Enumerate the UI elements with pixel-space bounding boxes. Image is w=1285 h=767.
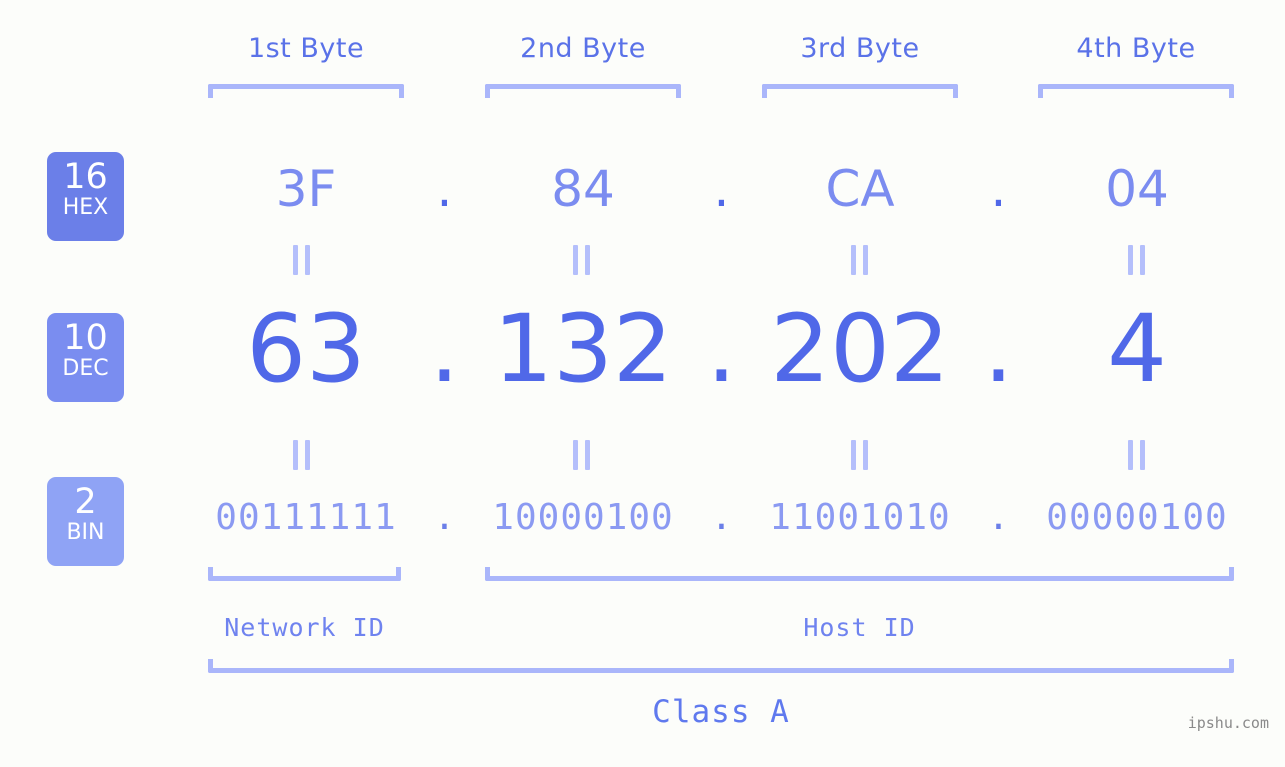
bin-byte-3: 11001010 xyxy=(769,497,951,538)
hex-separator-1: . xyxy=(436,160,453,218)
class-bracket xyxy=(208,659,1234,673)
hex-byte-2: 84 xyxy=(551,160,615,218)
dec-byte-3: 202 xyxy=(770,295,950,404)
dec-separator-2: . xyxy=(706,295,737,404)
host-id-label: Host ID xyxy=(803,613,916,642)
hex-byte-1: 3F xyxy=(275,160,337,218)
bin-byte-4: 00000100 xyxy=(1046,497,1228,538)
equals-mark-dec-bin-4 xyxy=(1125,440,1147,470)
equals-mark-dec-bin-1 xyxy=(290,440,312,470)
byte-header-3: 3rd Byte xyxy=(800,33,920,64)
radix-badge-hex: 16 HEX xyxy=(47,152,124,241)
bin-separator-1: . xyxy=(433,497,456,538)
equals-mark-hex-dec-2 xyxy=(570,245,592,275)
host-id-bracket xyxy=(485,567,1234,581)
equals-mark-hex-dec-1 xyxy=(290,245,312,275)
hex-separator-2: . xyxy=(713,160,730,218)
radix-base-hex: 16 xyxy=(63,157,108,197)
radix-badge-dec: 10 DEC xyxy=(47,313,124,402)
site-watermark: ipshu.com xyxy=(1187,714,1269,732)
dec-byte-4: 4 xyxy=(1107,295,1167,404)
equals-mark-hex-dec-4 xyxy=(1125,245,1147,275)
bin-separator-2: . xyxy=(710,497,733,538)
dec-byte-1: 63 xyxy=(246,295,366,404)
byte-bracket-4 xyxy=(1038,84,1234,98)
hex-byte-4: 04 xyxy=(1105,160,1169,218)
network-id-label: Network ID xyxy=(224,613,385,642)
equals-mark-dec-bin-3 xyxy=(848,440,870,470)
byte-header-2: 2nd Byte xyxy=(520,33,646,64)
dec-value-row: 63 . 132 . 202 . 4 xyxy=(170,300,1255,400)
hex-value-row: 3F . 84 . CA . 04 xyxy=(170,152,1255,227)
byte-header-4: 4th Byte xyxy=(1076,33,1196,64)
byte-bracket-2 xyxy=(485,84,681,98)
dec-separator-3: . xyxy=(983,295,1014,404)
byte-header-1: 1st Byte xyxy=(247,33,365,64)
bin-byte-1: 00111111 xyxy=(215,497,397,538)
equals-mark-hex-dec-3 xyxy=(848,245,870,275)
hex-separator-3: . xyxy=(990,160,1007,218)
radix-abbr-hex: HEX xyxy=(62,195,109,220)
radix-base-bin: 2 xyxy=(74,482,97,522)
byte-bracket-1 xyxy=(208,84,404,98)
dec-separator-1: . xyxy=(429,295,460,404)
radix-base-dec: 10 xyxy=(63,318,108,358)
radix-abbr-bin: BIN xyxy=(66,520,105,545)
bin-value-row: 00111111 . 10000100 . 11001010 . 0000010… xyxy=(170,488,1255,548)
radix-badge-bin: 2 BIN xyxy=(47,477,124,566)
network-id-bracket xyxy=(208,567,401,581)
bin-byte-2: 10000100 xyxy=(492,497,674,538)
byte-bracket-3 xyxy=(762,84,958,98)
equals-mark-dec-bin-2 xyxy=(570,440,592,470)
bin-separator-3: . xyxy=(987,497,1010,538)
hex-byte-3: CA xyxy=(825,160,895,218)
radix-abbr-dec: DEC xyxy=(62,356,109,381)
dec-byte-2: 132 xyxy=(493,295,673,404)
ip-breakdown-diagram: 1st Byte 2nd Byte 3rd Byte 4th Byte 16 H… xyxy=(0,0,1285,767)
class-label: Class A xyxy=(652,694,790,730)
